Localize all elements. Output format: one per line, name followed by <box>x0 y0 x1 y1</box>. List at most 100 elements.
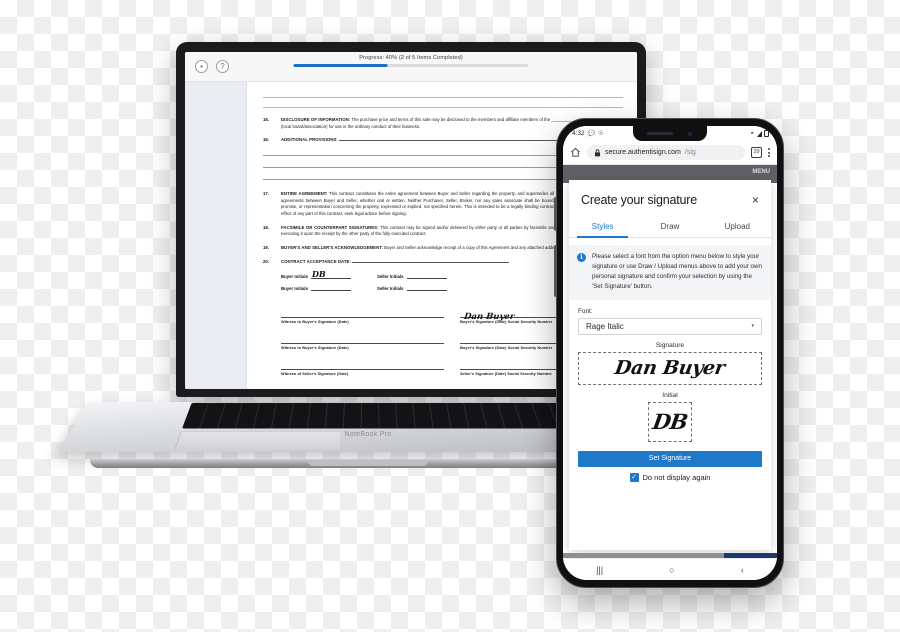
signature-label: Signature <box>655 341 685 349</box>
font-select[interactable]: Rage Italic ▾ <box>578 317 762 335</box>
create-signature-modal: Create your signature × Styles Draw Uplo… <box>569 180 771 550</box>
field-caption: Witness of Seller's Signature (Date) <box>281 371 349 377</box>
clause-number: 18. <box>263 224 269 230</box>
checkbox-checked-icon[interactable]: ✓ <box>629 472 639 482</box>
recents-icon[interactable]: ||| <box>596 565 603 575</box>
progress-indicator: Progress: 40% (2 of 5 Items Completed) <box>293 55 529 67</box>
witness-seller-field[interactable]: Witness of Seller's Signature (Date) <box>281 359 444 376</box>
message-icon: 💬 <box>587 131 596 137</box>
witness-buyer-field[interactable]: Witness to Buyer's Signature (Date) <box>281 333 444 350</box>
clause-paragraph: Buyer and Seller acknowledge receipt of … <box>384 244 563 250</box>
clause-heading: DISCLOSURE OF INFORMATION: <box>281 117 351 122</box>
status-bar: 4:32 💬 ☉ ◓ <box>563 126 777 141</box>
clause-heading: ADDITIONAL PROVISIONS: <box>281 137 338 143</box>
signature-line[interactable] <box>281 385 444 389</box>
signal-icon <box>756 130 762 137</box>
set-signature-button[interactable]: Set Signature <box>578 450 762 467</box>
earpiece-speaker <box>647 132 673 135</box>
clause-number: 20. <box>263 258 269 264</box>
tab-draw[interactable]: Draw <box>636 216 703 237</box>
tab-upload[interactable]: Upload <box>704 216 771 237</box>
buyer-initials-field[interactable]: Buyer Initials DB <box>281 269 351 280</box>
buyer-initials-field[interactable]: Buyer Initials <box>281 284 351 292</box>
clause-number: 16. <box>263 137 269 143</box>
buyer-initials-value: DB <box>311 269 326 280</box>
initial-label: Initial <box>662 391 678 399</box>
alert-icon: ☉ <box>598 131 604 137</box>
doc-divider <box>263 107 623 108</box>
url-field[interactable]: secure.authentisign.com/sig <box>587 145 745 160</box>
field-caption: Witness to Buyer's Signature (Date) <box>281 319 349 325</box>
font-label: Font: <box>578 307 593 315</box>
clause-heading: CONTRACT ACCEPTANCE DATE: <box>281 258 351 264</box>
field-caption: Witness to Buyer's Signature (Date) <box>281 345 349 351</box>
status-left: 4:32 💬 ☉ <box>572 130 604 137</box>
clause-heading: ENTIRE AGREEMENT: <box>281 190 328 196</box>
modal-title: Create your signature <box>581 193 698 207</box>
acceptance-date-line[interactable] <box>352 259 510 263</box>
progress-label: Progress: 40% (2 of 5 Items Completed) <box>359 55 463 61</box>
url-host: secure.authentisign.com <box>605 149 681 156</box>
font-field: Font: Rage Italic ▾ <box>569 300 771 335</box>
seller-initials-label: Seller Initials <box>376 274 404 280</box>
signature-line[interactable] <box>281 359 444 371</box>
url-path: /sig <box>684 149 696 156</box>
home-icon[interactable] <box>570 147 581 158</box>
witness-buyer-field[interactable]: Witness to Buyer's Signature (Date) <box>281 307 444 324</box>
doc-divider <box>263 97 623 98</box>
initial-preview-value: DB <box>651 409 689 435</box>
laptop-open-notch <box>308 460 428 466</box>
buyer-signature-value: Dan Buyer <box>463 312 515 323</box>
signature-line[interactable] <box>281 307 444 319</box>
initial-canvas[interactable]: DB <box>648 401 692 442</box>
buyer-initials-label: Buyer Initials <box>281 274 308 280</box>
phone-device: 4:32 💬 ☉ ◓ secure.authentisign.com /sig … <box>554 118 784 588</box>
tab-styles[interactable]: Styles <box>569 216 636 238</box>
buyer-initials-label: Buyer Initials <box>281 286 308 292</box>
help-icon[interactable]: ? <box>216 60 229 73</box>
document-sidebar[interactable] <box>185 82 247 389</box>
font-selected-value: Rage Italic <box>586 321 624 331</box>
info-icon: i <box>577 253 586 262</box>
battery-icon <box>764 130 769 137</box>
clause-heading: FACSIMILE OR COUNTERPART SIGNATURES: <box>281 224 379 230</box>
app-toolbar: • ? Progress: 40% (2 of 5 Items Complete… <box>185 52 637 82</box>
tab-count-button[interactable]: 29 <box>751 147 762 158</box>
close-icon[interactable]: × <box>752 194 759 206</box>
signature-line[interactable] <box>281 333 444 345</box>
seller-initials-input[interactable] <box>406 272 447 280</box>
browser-url-bar: secure.authentisign.com/sig 29 <box>563 141 777 165</box>
seller-initials-field[interactable]: Seller Initials <box>376 272 447 280</box>
progress-track <box>293 63 529 67</box>
initial-preview-section: Initial DB <box>569 385 771 442</box>
clause-heading: BUYER'S AND SELLER'S ACKNOWLEDGEMENT: <box>281 244 383 250</box>
signature-preview-section: Signature Dan Buyer <box>569 335 771 385</box>
seller-initials-label: Seller Initials <box>376 286 404 292</box>
progress-fill <box>293 63 388 67</box>
phone-screen: 4:32 💬 ☉ ◓ secure.authentisign.com /sig … <box>563 126 777 580</box>
wifi-icon: ◓ <box>750 130 754 137</box>
android-nav-bar: ||| ○ ‹ <box>563 558 777 580</box>
buyer-initials-input[interactable]: DB <box>310 269 351 280</box>
info-text: Please select a font from the option men… <box>592 253 762 290</box>
buyer-initials-input[interactable] <box>310 284 351 292</box>
front-camera <box>688 131 692 136</box>
do-not-display-row[interactable]: ✓ Do not display again <box>569 472 771 482</box>
clause-number: 17. <box>263 190 269 196</box>
seller-initials-input[interactable] <box>406 284 447 292</box>
lock-icon <box>594 148 601 156</box>
signature-preview-value: Dan Buyer <box>613 357 727 380</box>
status-right: ◓ <box>750 130 769 137</box>
signature-canvas[interactable]: Dan Buyer <box>578 351 762 385</box>
modal-tabs: Styles Draw Upload <box>569 216 771 238</box>
collapse-icon[interactable]: • <box>195 60 208 73</box>
browser-menu-icon[interactable] <box>768 148 770 157</box>
phone-notch <box>633 126 707 141</box>
home-icon[interactable]: ○ <box>669 565 674 575</box>
chevron-down-icon: ▾ <box>751 323 754 330</box>
clause-number: 15. <box>263 117 269 122</box>
back-icon[interactable]: ‹ <box>741 565 744 575</box>
witness-seller-field[interactable]: Witness of Seller's Signature (Date) <box>281 385 444 389</box>
checkbox-label: Do not display again <box>642 472 711 482</box>
seller-initials-field[interactable]: Seller Initials <box>376 284 447 292</box>
